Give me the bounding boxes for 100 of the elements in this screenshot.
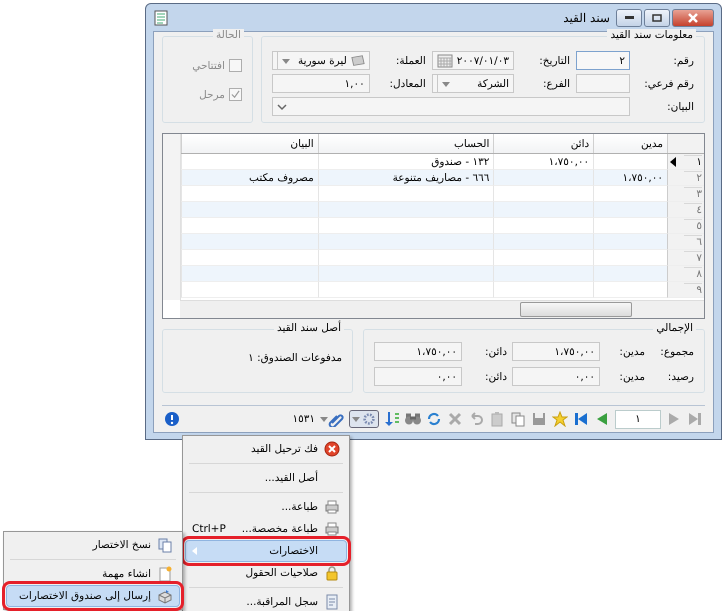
date-field[interactable]: ٢٠٠٧/٠١/٠٣ bbox=[432, 51, 514, 70]
row-number: ٣ bbox=[684, 187, 702, 200]
copy-icon bbox=[510, 411, 526, 427]
column-header[interactable]: الحساب bbox=[318, 134, 494, 153]
field-label: مدين: bbox=[618, 370, 645, 382]
refresh-icon bbox=[426, 411, 442, 427]
rate-field[interactable]: ١,٠٠ bbox=[272, 74, 370, 93]
close-icon bbox=[687, 12, 699, 24]
row-header[interactable]: ١ bbox=[667, 154, 704, 170]
sub-number-field[interactable] bbox=[576, 74, 630, 93]
table-cell: ٦٦٦ - مصاريف متنوعة bbox=[318, 170, 494, 186]
row-header[interactable]: ٨ bbox=[667, 266, 704, 282]
delete-button[interactable] bbox=[447, 411, 463, 427]
first-record-button[interactable] bbox=[573, 411, 589, 427]
gear-icon bbox=[362, 412, 376, 426]
printer-icon bbox=[324, 521, 340, 537]
save-icon bbox=[531, 411, 547, 427]
debit-total-field[interactable]: ٠,٠٠ bbox=[512, 367, 600, 386]
current-row-arrow-icon bbox=[670, 156, 676, 166]
field-label: مجموع: bbox=[659, 346, 694, 358]
table-cell: ١،٧٥٠,٠٠ bbox=[593, 170, 668, 186]
info-icon bbox=[164, 411, 180, 427]
last-record-button[interactable] bbox=[687, 411, 703, 427]
checkbox-label: افتتاحي bbox=[192, 60, 225, 72]
description-field[interactable] bbox=[272, 97, 630, 116]
corner-header bbox=[667, 134, 704, 153]
menu-item[interactable]: فك ترحيل القيد bbox=[185, 438, 347, 460]
field-label: الفرع: bbox=[542, 78, 570, 90]
favorite-button[interactable] bbox=[552, 411, 568, 427]
record-count: ١٥٣١ bbox=[292, 413, 315, 425]
row-header[interactable]: ٥ bbox=[667, 218, 704, 234]
field-label: رصيد: bbox=[666, 370, 694, 382]
paste-button[interactable] bbox=[489, 411, 505, 427]
field-label: دائن: bbox=[484, 346, 507, 358]
column-header[interactable]: مدين bbox=[593, 134, 668, 153]
row-header[interactable]: ٩ bbox=[667, 282, 704, 298]
number-field[interactable]: ٢ bbox=[576, 51, 630, 70]
field-label: دائن: bbox=[484, 370, 507, 382]
menu-item[interactable]: طباعة... bbox=[185, 496, 347, 518]
close-button[interactable] bbox=[672, 8, 714, 26]
menu-item[interactable]: انشاء مهمة bbox=[6, 563, 180, 585]
dropdown-arrow-icon bbox=[282, 56, 290, 64]
menu-item[interactable]: صلاحيات الحقول bbox=[185, 562, 347, 584]
row-header[interactable]: ٦ bbox=[667, 234, 704, 250]
row-number: ١ bbox=[684, 155, 702, 168]
refresh-button[interactable] bbox=[426, 411, 442, 427]
copy-icon bbox=[157, 537, 173, 553]
star-icon bbox=[552, 411, 568, 427]
options-button[interactable] bbox=[349, 410, 379, 428]
row-number: ٩ bbox=[684, 283, 702, 296]
row-header[interactable]: ٤ bbox=[667, 202, 704, 218]
minimize-icon bbox=[624, 16, 634, 19]
first-icon bbox=[573, 411, 589, 427]
last-icon bbox=[687, 411, 703, 427]
menu-item[interactable]: أصل القيد... bbox=[185, 467, 347, 489]
window-title: سند القيد bbox=[562, 10, 610, 24]
delete-icon bbox=[447, 411, 463, 427]
check-icon bbox=[230, 90, 240, 99]
credit-total-field[interactable]: ٠,٠٠ bbox=[374, 367, 462, 386]
row-header[interactable]: ٧ bbox=[667, 250, 704, 266]
column-header[interactable]: دائن bbox=[493, 134, 594, 153]
paste-icon bbox=[489, 411, 505, 427]
menu-item[interactable]: سجل المراقبة... bbox=[185, 591, 347, 611]
copy-button[interactable] bbox=[510, 411, 526, 427]
row-number: ٧ bbox=[684, 251, 702, 264]
credit-total-field[interactable]: ١،٧٥٠,٠٠ bbox=[374, 342, 462, 361]
checkbox[interactable] bbox=[228, 59, 242, 72]
search-button[interactable] bbox=[405, 411, 421, 427]
record-field[interactable]: ١ bbox=[615, 410, 661, 428]
menu-item[interactable]: نسخ الاختصار bbox=[6, 534, 180, 556]
field-label: العملة: bbox=[394, 54, 426, 66]
submenu-arrow-icon bbox=[192, 547, 197, 555]
branch-dropdown[interactable]: الشركة bbox=[432, 74, 514, 93]
currency-dropdown[interactable]: ليرة سورية bbox=[272, 51, 370, 70]
form-icon bbox=[153, 10, 169, 26]
new-page-icon bbox=[157, 566, 173, 582]
binoculars-icon bbox=[405, 411, 421, 427]
origin-text: مدفوعات الصندوق: ١ bbox=[248, 352, 342, 364]
horizontal-scrollbar[interactable] bbox=[180, 300, 704, 318]
row-number: ٨ bbox=[684, 267, 702, 280]
field-label: رقم: bbox=[672, 54, 694, 66]
checkbox-label: مرحل bbox=[199, 88, 225, 100]
row-header[interactable]: ٢ bbox=[667, 170, 704, 186]
save-button[interactable] bbox=[531, 411, 547, 427]
field-label: المعادل: bbox=[388, 78, 426, 90]
field-label: رقم فرعي: bbox=[643, 78, 694, 90]
sort-button[interactable] bbox=[384, 411, 400, 427]
row-number: ٤ bbox=[684, 203, 702, 216]
debit-total-field[interactable]: ١،٧٥٠,٠٠ bbox=[512, 342, 600, 361]
column-header[interactable]: البيان bbox=[181, 134, 318, 153]
banknote-icon bbox=[350, 54, 365, 68]
vertical-scrollbar[interactable] bbox=[163, 134, 181, 300]
checkbox[interactable] bbox=[228, 88, 242, 101]
maximize-button[interactable] bbox=[644, 8, 670, 26]
minimize-button[interactable] bbox=[616, 8, 642, 26]
row-number: ٦ bbox=[684, 235, 702, 248]
group-title: معلومات سند القيد bbox=[607, 29, 696, 41]
dropdown-arrow-icon bbox=[352, 415, 360, 423]
printer-icon bbox=[324, 499, 340, 515]
row-header[interactable]: ٣ bbox=[667, 186, 704, 202]
